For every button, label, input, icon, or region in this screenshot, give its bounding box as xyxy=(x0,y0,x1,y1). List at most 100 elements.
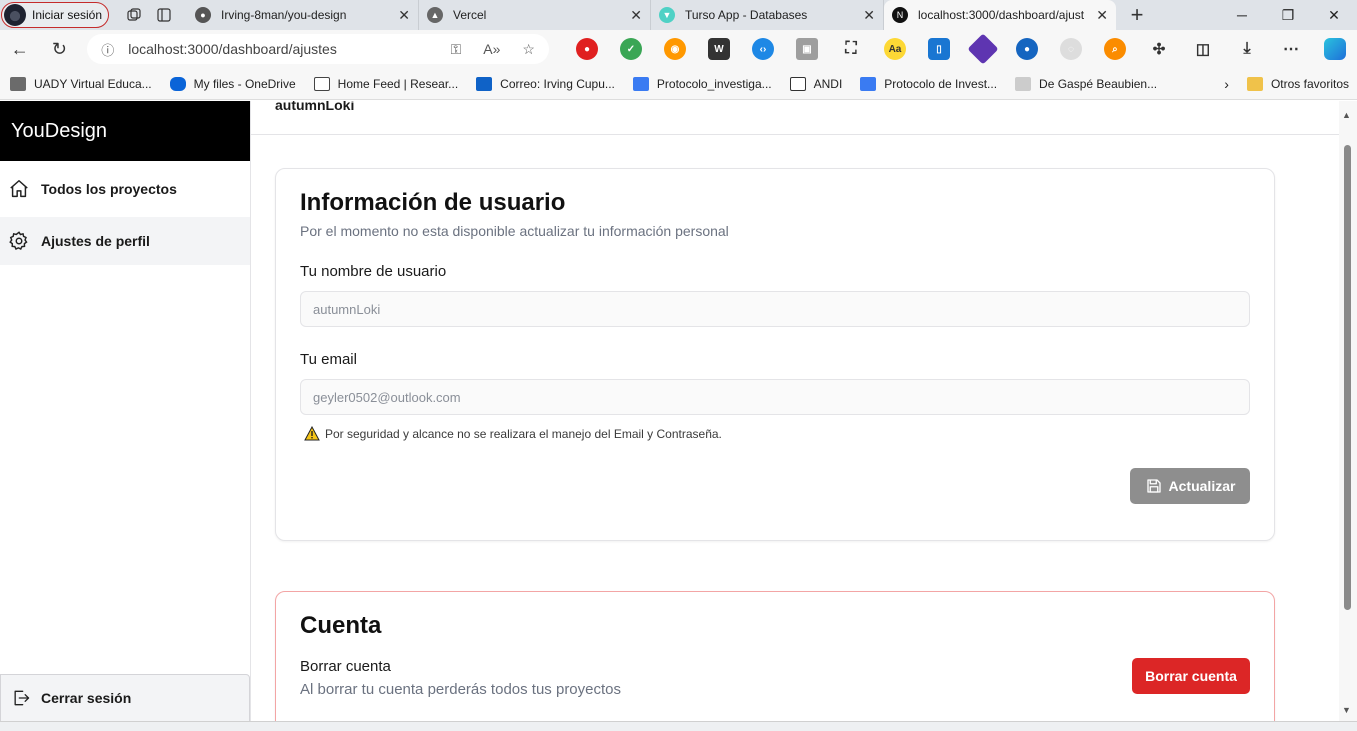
taskbar-edge xyxy=(0,721,1357,731)
close-icon[interactable]: ✕ xyxy=(1096,7,1108,24)
bookmark-item[interactable]: My files - OneDrive xyxy=(169,76,296,91)
brand-logo: YouDesign xyxy=(0,101,250,161)
bookmark-favicon-icon xyxy=(10,76,26,91)
username-field[interactable]: autumnLoki xyxy=(300,291,1250,327)
turso-icon: ▼ xyxy=(659,7,675,23)
save-icon xyxy=(1146,479,1161,493)
sidebar: YouDesign Todos los proyectos Ajustes de… xyxy=(0,101,251,721)
bookmark-item[interactable]: UADY Virtual Educa... xyxy=(10,76,152,91)
tab-extension-icon[interactable]: ▯ xyxy=(927,38,950,60)
page-scrollbar[interactable]: ▲ ▼ xyxy=(1339,101,1357,721)
url-field[interactable]: ⓘ localhost:3000/dashboard/ajustes ⚿ A» … xyxy=(87,34,549,64)
bookmark-label: UADY Virtual Educa... xyxy=(34,76,152,91)
account-card: Cuenta Borrar cuenta Al borrar tu cuenta… xyxy=(275,591,1275,721)
user-info-title: Información de usuario xyxy=(300,189,566,216)
bookmark-item[interactable]: Protocolo de Invest... xyxy=(860,76,998,91)
google-docs-icon xyxy=(860,76,877,91)
bookmark-item[interactable]: Home Feed | Resear... xyxy=(313,76,459,91)
key-icon[interactable]: ⚿ xyxy=(451,41,462,58)
screenshot-icon[interactable]: ⛶ xyxy=(840,38,862,60)
account-title: Cuenta xyxy=(300,612,382,639)
grey-extension-icon[interactable]: ◌ xyxy=(1059,38,1082,60)
bookmark-label: My files - OneDrive xyxy=(193,76,296,91)
wappalyzer-icon[interactable]: W xyxy=(707,38,730,60)
tab-vercel[interactable]: ▲ Vercel ✕ xyxy=(419,0,651,30)
bookmark-label: Correo: Irving Cupu... xyxy=(500,76,615,91)
extensions-row: ● ✓ ◉ W ‹› ▣ ⛶ Aa ▯ ● ◌ ⌕ ✣ ◫ ⤓ ⋯ xyxy=(565,33,1357,65)
top-username: autumnLoki xyxy=(251,101,1339,135)
profile-button[interactable]: Iniciar sesión xyxy=(1,2,109,28)
sidebar-item-profile-settings[interactable]: Ajustes de perfil xyxy=(0,217,250,265)
update-button[interactable]: Actualizar xyxy=(1130,468,1250,504)
profile-avatar xyxy=(4,4,26,26)
bookmark-item[interactable]: De Gaspé Beaubien... xyxy=(1015,76,1158,91)
email-field[interactable]: geyler0502@outlook.com xyxy=(300,379,1250,415)
bookmark-label: Protocolo de Invest... xyxy=(884,76,998,91)
color-picker-icon[interactable]: ◉ xyxy=(663,38,686,60)
close-icon[interactable]: ✕ xyxy=(630,7,642,24)
other-favorites-label: Otros favoritos xyxy=(1270,76,1349,91)
browser-tab-bar: Iniciar sesión ● Irving-8man/you-design … xyxy=(0,0,1357,30)
new-tab-icon[interactable]: + xyxy=(1122,1,1152,29)
window-controls: ─ ❐ ✕ xyxy=(1219,0,1357,30)
close-icon[interactable]: ✕ xyxy=(398,7,410,24)
window-close-icon[interactable]: ✕ xyxy=(1311,0,1357,30)
refresh-icon[interactable]: ↻ xyxy=(40,30,80,68)
home-icon xyxy=(10,180,28,198)
delete-account-description: Al borrar tu cuenta perderás todos tus p… xyxy=(300,681,622,698)
diamond-extension-icon[interactable] xyxy=(967,33,999,65)
sidebar-item-label: Todos los proyectos xyxy=(41,181,177,197)
other-favorites[interactable]: Otros favoritos xyxy=(1246,76,1349,91)
extension-icon[interactable]: ✓ xyxy=(619,38,642,60)
tab-title: Vercel xyxy=(453,8,487,22)
tab-title: localhost:3000/dashboard/ajust xyxy=(918,8,1085,22)
bookmark-label: Home Feed | Resear... xyxy=(337,76,459,91)
scroll-up-icon[interactable]: ▲ xyxy=(1342,110,1351,120)
sidebar-item-projects[interactable]: Todos los proyectos xyxy=(0,165,250,213)
copy-extension-icon[interactable]: ▣ xyxy=(795,38,818,60)
vercel-icon: ▲ xyxy=(427,7,443,23)
site-info-icon[interactable]: ⓘ xyxy=(101,40,114,59)
tab-actions-icon[interactable] xyxy=(149,1,179,29)
read-aloud-icon[interactable]: A» xyxy=(483,41,500,57)
split-screen-icon[interactable]: ◫ xyxy=(1192,38,1214,60)
adblock-icon[interactable]: ● xyxy=(575,38,598,60)
favorite-star-icon[interactable]: ☆ xyxy=(522,41,535,58)
tab-github[interactable]: ● Irving-8man/you-design ✕ xyxy=(187,0,419,30)
bookmark-item[interactable]: Protocolo_investiga... xyxy=(632,76,772,91)
extensions-puzzle-icon[interactable]: ✣ xyxy=(1148,38,1170,60)
delete-account-title: Borrar cuenta xyxy=(300,658,391,675)
restore-icon[interactable]: ❐ xyxy=(1265,0,1311,30)
user-extension-icon[interactable]: ● xyxy=(1015,38,1038,60)
bookmark-label: Protocolo_investiga... xyxy=(656,76,772,91)
address-bar-row: ← ↻ ⓘ localhost:3000/dashboard/ajustes ⚿… xyxy=(0,30,1357,68)
copilot-icon[interactable] xyxy=(1323,38,1346,60)
close-icon[interactable]: ✕ xyxy=(863,7,875,24)
github-icon: ● xyxy=(195,7,211,23)
nextjs-icon: N xyxy=(892,7,908,23)
scrollbar-thumb[interactable] xyxy=(1344,145,1351,610)
username-label: Tu nombre de usuario xyxy=(300,263,447,280)
page-icon xyxy=(789,76,806,91)
bookmark-label: De Gaspé Beaubien... xyxy=(1039,76,1158,91)
bookmark-item[interactable]: Correo: Irving Cupu... xyxy=(476,76,615,91)
workspaces-icon[interactable] xyxy=(119,1,149,29)
delete-account-button[interactable]: Borrar cuenta xyxy=(1132,658,1250,694)
scroll-down-icon[interactable]: ▼ xyxy=(1342,705,1351,715)
tab-localhost[interactable]: N localhost:3000/dashboard/ajust ✕ xyxy=(884,0,1116,30)
logout-button[interactable]: Cerrar sesión xyxy=(0,674,250,721)
minimize-icon[interactable]: ─ xyxy=(1219,0,1265,30)
downloads-icon[interactable]: ⤓ xyxy=(1236,38,1258,60)
search-extension-icon[interactable]: ⌕ xyxy=(1103,38,1126,60)
back-icon[interactable]: ← xyxy=(0,30,40,68)
chevron-right-icon[interactable]: › xyxy=(1224,76,1229,92)
delete-account-row: Borrar cuenta Al borrar tu cuenta perder… xyxy=(300,658,1250,698)
dev-extension-icon[interactable]: ‹› xyxy=(751,38,774,60)
bookmark-item[interactable]: ANDI xyxy=(789,76,842,91)
more-menu-icon[interactable]: ⋯ xyxy=(1280,38,1302,60)
tab-turso[interactable]: ▼ Turso App - Databases ✕ xyxy=(651,0,884,30)
security-warning: Por seguridad y alcance no se realizara … xyxy=(300,426,1250,441)
gear-icon xyxy=(9,231,28,250)
tab-title: Turso App - Databases xyxy=(685,8,808,22)
font-extension-icon[interactable]: Aa xyxy=(883,38,906,60)
